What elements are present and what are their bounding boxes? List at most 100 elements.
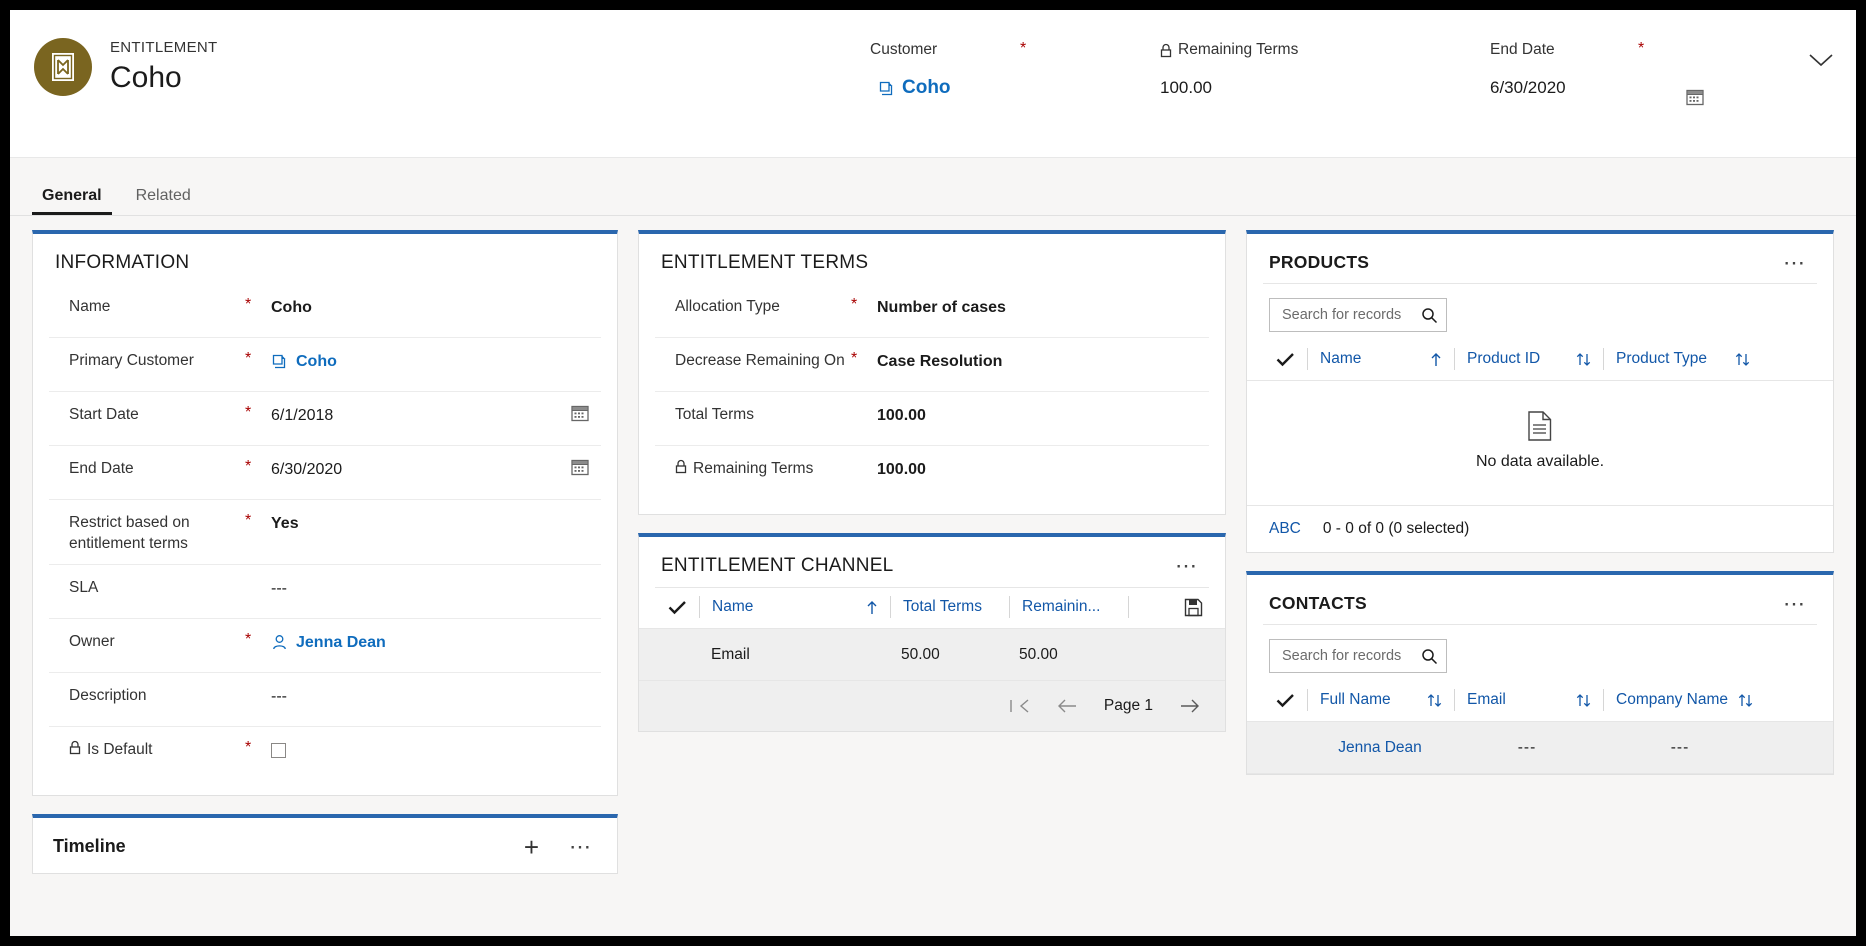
products-header: PRODUCTS ⋯ bbox=[1247, 234, 1833, 283]
timeline-title: Timeline bbox=[53, 836, 126, 856]
products-search-input[interactable]: Search for records bbox=[1269, 298, 1447, 332]
header-fields: Customer * Coho Remaining Terms 100.00 E… bbox=[870, 40, 1790, 106]
ellipsis-icon[interactable]: ⋯ bbox=[1779, 592, 1811, 614]
field-value-primary-customer[interactable]: Coho bbox=[271, 350, 601, 371]
field-label: Primary Customer bbox=[69, 352, 194, 369]
column-header-product-id[interactable]: Product ID bbox=[1455, 350, 1603, 368]
field-label: Name bbox=[69, 298, 111, 315]
field-value-restrict[interactable]: Yes bbox=[271, 512, 601, 533]
field-value-end-date[interactable]: 6/30/2020 bbox=[271, 458, 571, 479]
cell-full-name[interactable]: Jenna Dean bbox=[1307, 739, 1453, 757]
field-row-owner: Owner * Jenna Dean bbox=[49, 619, 601, 673]
header-remaining-terms-value: 100.00 bbox=[1160, 78, 1212, 97]
field-row-sla: SLA --- bbox=[49, 565, 601, 619]
products-section: PRODUCTS ⋯ Search for records Name Produ… bbox=[1246, 230, 1834, 553]
field-value-sla[interactable]: --- bbox=[271, 577, 601, 598]
products-empty-state: No data available. bbox=[1247, 381, 1833, 505]
search-placeholder: Search for records bbox=[1282, 648, 1402, 664]
page-indicator: Page 1 bbox=[1103, 697, 1153, 714]
field-value-allocation-type[interactable]: Number of cases bbox=[877, 296, 1209, 317]
table-row[interactable]: Email 50.00 50.00 bbox=[639, 629, 1225, 681]
alpha-index-abc[interactable]: ABC bbox=[1269, 520, 1301, 538]
lock-icon bbox=[69, 740, 81, 755]
form-tabs: General Related bbox=[10, 158, 1856, 216]
calendar-icon[interactable] bbox=[571, 404, 601, 422]
field-row-restrict-based-on-entitlement-terms: Restrict based on entitlement terms * Ye… bbox=[49, 500, 601, 565]
column-header-name[interactable]: Name bbox=[700, 598, 890, 616]
header-customer-link[interactable]: Coho bbox=[902, 77, 951, 99]
ellipsis-icon[interactable]: ⋯ bbox=[1779, 251, 1811, 273]
column-header-name[interactable]: Name bbox=[1308, 350, 1454, 368]
entitlement-icon bbox=[34, 38, 92, 96]
field-value-name[interactable]: Coho bbox=[271, 296, 601, 317]
entitlement-channel-header: ENTITLEMENT CHANNEL ⋯ bbox=[639, 537, 1225, 587]
save-icon[interactable] bbox=[1184, 598, 1209, 617]
header-field-end-date: End Date * 6/30/2020 bbox=[1490, 40, 1790, 106]
table-row[interactable]: Jenna Dean --- --- bbox=[1247, 722, 1833, 774]
field-value-total-terms[interactable]: 100.00 bbox=[877, 404, 1209, 425]
ascending-arrow-icon bbox=[866, 600, 878, 615]
entity-type-label: ENTITLEMENT bbox=[110, 39, 218, 56]
column-header-email[interactable]: Email bbox=[1455, 691, 1603, 709]
user-icon bbox=[271, 634, 288, 651]
column-header-full-name[interactable]: Full Name bbox=[1308, 691, 1454, 709]
header-end-date-value[interactable]: 6/30/2020 bbox=[1490, 76, 1772, 100]
select-all-checkmark-icon[interactable] bbox=[655, 600, 699, 615]
required-marker: * bbox=[245, 458, 252, 475]
column-header-company-name[interactable]: Company Name bbox=[1604, 691, 1762, 709]
field-value-start-date[interactable]: 6/1/2018 bbox=[271, 404, 571, 425]
field-row-decrease-remaining-on: Decrease Remaining On * Case Resolution bbox=[655, 338, 1209, 392]
column-header-total-terms[interactable]: Total Terms bbox=[891, 598, 1009, 616]
field-value-owner[interactable]: Jenna Dean bbox=[271, 631, 601, 652]
field-label: Decrease Remaining On bbox=[675, 352, 845, 369]
field-value-is-default bbox=[271, 739, 601, 760]
required-marker: * bbox=[851, 296, 858, 313]
select-all-checkmark-icon[interactable] bbox=[1263, 693, 1307, 708]
lookup-record-icon bbox=[878, 80, 895, 97]
required-marker: * bbox=[245, 404, 252, 421]
field-label: Is Default bbox=[49, 739, 245, 760]
entitlement-channel-grid-header: Name Total Terms Remainin... bbox=[639, 588, 1225, 629]
calendar-icon[interactable] bbox=[571, 458, 601, 476]
field-row-total-terms: Total Terms 100.00 bbox=[655, 392, 1209, 446]
search-icon[interactable] bbox=[1421, 307, 1438, 324]
header-customer-value[interactable]: Coho bbox=[870, 76, 1142, 100]
search-icon[interactable] bbox=[1421, 648, 1438, 665]
first-page-icon[interactable] bbox=[1008, 699, 1030, 713]
header-field-customer: Customer * Coho bbox=[870, 40, 1160, 100]
record-header: ENTITLEMENT Coho Customer * Coho Remaini… bbox=[10, 10, 1856, 158]
required-marker: * bbox=[245, 512, 252, 529]
identity-text: ENTITLEMENT Coho bbox=[110, 36, 217, 97]
contacts-search-input[interactable]: Search for records bbox=[1269, 639, 1447, 673]
is-default-checkbox[interactable] bbox=[271, 743, 286, 758]
previous-page-icon[interactable] bbox=[1056, 699, 1078, 713]
entitlement-terms-section: ENTITLEMENT TERMS Allocation Type * Numb… bbox=[638, 230, 1226, 515]
tab-related[interactable]: Related bbox=[126, 187, 201, 215]
search-placeholder: Search for records bbox=[1282, 307, 1402, 323]
entitlement-channel-section: ENTITLEMENT CHANNEL ⋯ Name Total Terms R… bbox=[638, 533, 1226, 732]
column-header-remaining-terms[interactable]: Remainin... bbox=[1010, 598, 1128, 616]
information-section: INFORMATION Name * Coho Primary Customer… bbox=[32, 230, 618, 796]
field-row-end-date: End Date * 6/30/2020 bbox=[49, 446, 601, 500]
header-field-remaining-terms: Remaining Terms 100.00 bbox=[1160, 40, 1490, 100]
select-all-checkmark-icon[interactable] bbox=[1263, 352, 1307, 367]
primary-customer-link[interactable]: Coho bbox=[296, 353, 337, 371]
column-header-product-type[interactable]: Product Type bbox=[1604, 350, 1762, 368]
chevron-down-icon[interactable] bbox=[1808, 52, 1834, 68]
tab-general[interactable]: General bbox=[32, 187, 112, 215]
next-page-icon[interactable] bbox=[1179, 699, 1201, 713]
plus-icon[interactable]: + bbox=[524, 834, 539, 860]
field-value-decrease-remaining-on[interactable]: Case Resolution bbox=[877, 350, 1209, 371]
sort-both-icon bbox=[1576, 693, 1591, 708]
owner-link[interactable]: Jenna Dean bbox=[296, 634, 386, 652]
products-empty-message: No data available. bbox=[1475, 453, 1605, 470]
ellipsis-icon[interactable]: ⋯ bbox=[565, 835, 597, 857]
required-marker: * bbox=[245, 739, 252, 756]
field-label: SLA bbox=[69, 579, 99, 596]
sort-both-icon bbox=[1738, 693, 1753, 708]
ellipsis-icon[interactable]: ⋯ bbox=[1171, 555, 1203, 577]
calendar-icon[interactable] bbox=[1686, 88, 1704, 106]
field-value-remaining-terms: 100.00 bbox=[877, 460, 926, 478]
cell-email: --- bbox=[1517, 738, 1537, 756]
field-value-description[interactable]: --- bbox=[271, 685, 601, 706]
